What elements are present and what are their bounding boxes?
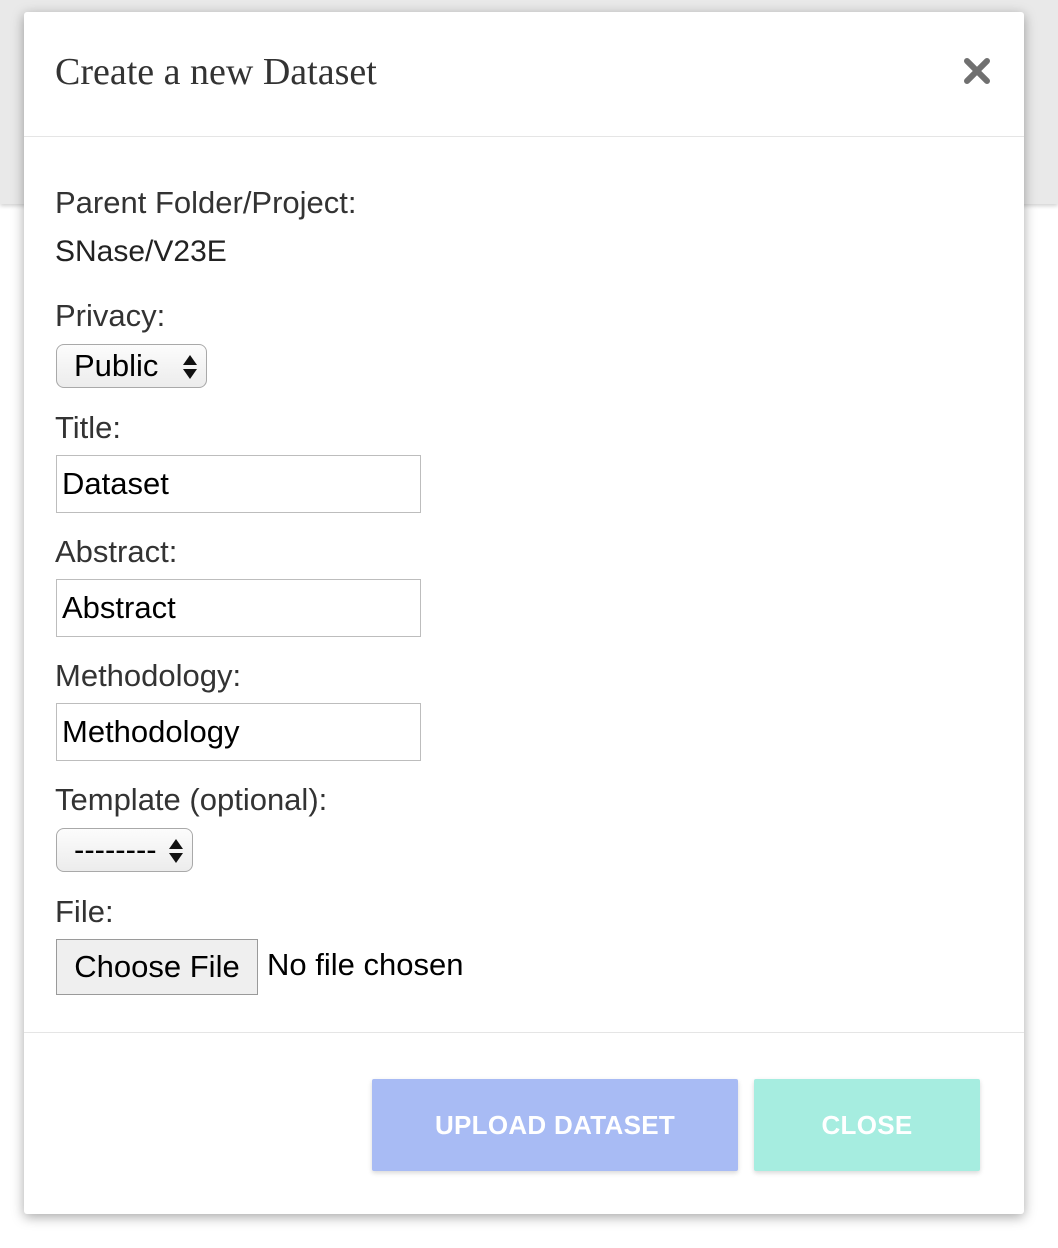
choose-file-button[interactable]: Choose File bbox=[56, 939, 258, 995]
file-label: File: bbox=[55, 894, 114, 929]
parent-folder-value: SNase/V23E bbox=[55, 235, 227, 268]
privacy-select-value: Public bbox=[74, 348, 159, 383]
modal-footer: UPLOAD DATASET CLOSE bbox=[24, 1032, 1024, 1215]
modal-body: Parent Folder/Project: SNase/V23E Privac… bbox=[24, 137, 1024, 1031]
close-x-icon[interactable] bbox=[960, 54, 994, 88]
methodology-label: Methodology: bbox=[55, 658, 242, 693]
modal-header: Create a new Dataset bbox=[24, 12, 1024, 137]
create-dataset-modal: Create a new Dataset Parent Folder/Proje… bbox=[24, 12, 1024, 1214]
select-arrows-icon bbox=[168, 838, 184, 864]
privacy-select[interactable]: Public bbox=[56, 344, 207, 388]
select-arrows-icon bbox=[182, 354, 198, 380]
close-button[interactable]: CLOSE bbox=[754, 1079, 980, 1171]
template-label: Template (optional): bbox=[55, 782, 328, 817]
title-label: Title: bbox=[55, 410, 122, 445]
file-status-text: No file chosen bbox=[267, 947, 464, 982]
template-select[interactable]: -------- bbox=[56, 828, 193, 872]
template-select-value: -------- bbox=[74, 832, 157, 867]
privacy-label: Privacy: bbox=[55, 298, 166, 333]
modal-title: Create a new Dataset bbox=[55, 51, 377, 93]
upload-dataset-button[interactable]: UPLOAD DATASET bbox=[372, 1079, 738, 1171]
parent-folder-label: Parent Folder/Project: bbox=[55, 185, 357, 220]
methodology-input[interactable] bbox=[56, 703, 421, 761]
title-input[interactable] bbox=[56, 455, 421, 513]
abstract-label: Abstract: bbox=[55, 534, 178, 569]
abstract-input[interactable] bbox=[56, 579, 421, 637]
